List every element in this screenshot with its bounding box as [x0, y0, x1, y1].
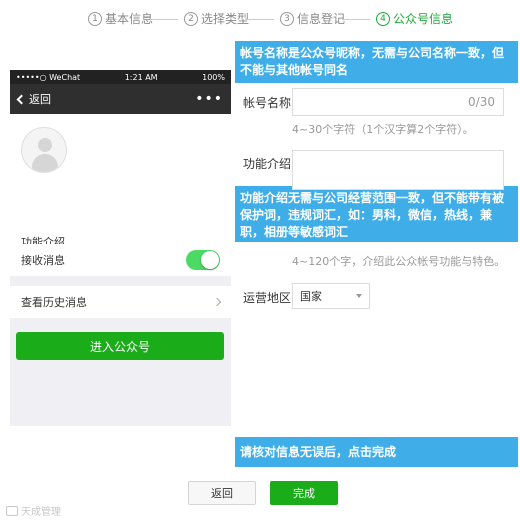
name-hint: 4~30个字符（1个汉字算2个字符）。 — [292, 123, 474, 136]
carrier-text: •••••○ WeChat — [16, 72, 81, 82]
phone-status-bar: •••••○ WeChat 1:21 AM 100% — [10, 70, 231, 84]
watermark-text: 天成管理 — [21, 507, 61, 518]
intro-hint: 4~120个字，介绍此公众帐号功能与特色。 — [292, 255, 506, 268]
name-label: 帐号名称 — [243, 96, 292, 110]
step-divider — [246, 19, 274, 20]
region-value: 国家 — [300, 290, 322, 303]
more-icon[interactable]: ••• — [195, 92, 223, 106]
region-label: 运营地区 — [243, 291, 292, 305]
done-button[interactable]: 完成 — [270, 481, 338, 505]
step-number: 4 — [376, 11, 390, 26]
receive-toggle[interactable] — [186, 250, 220, 270]
step-label: 公众号信息 — [393, 12, 454, 26]
step-divider — [342, 19, 370, 20]
avatar-placeholder-icon — [21, 127, 67, 173]
account-name-input[interactable]: 0/30 — [292, 88, 504, 116]
watermark: 天成管理 — [6, 503, 61, 518]
chevron-right-icon — [212, 297, 222, 307]
step-number: 3 — [280, 11, 294, 26]
receive-label: 接收消息 — [21, 254, 65, 267]
enter-account-button[interactable]: 进入公众号 — [16, 332, 224, 360]
step-info-register: 3 信息登记 — [280, 10, 345, 27]
back-link[interactable]: 返回 — [16, 91, 51, 107]
name-tip: 帐号名称是公众号昵称，无需与公司名称一致，但不能与其他帐号同名 — [235, 41, 518, 83]
back-label: 返回 — [29, 93, 51, 106]
name-counter: 0/30 — [468, 95, 495, 109]
step-select-type: 2 选择类型 — [184, 10, 249, 27]
confirm-tip: 请核对信息无误后，点击完成 — [235, 437, 518, 467]
watermark-logo-icon — [6, 505, 18, 516]
profile-section: 功能介绍 — [10, 114, 231, 258]
phone-nav-bar: 返回 ••• — [10, 84, 231, 114]
region-select[interactable]: 国家 — [292, 283, 370, 309]
receive-messages-row: 接收消息 — [10, 244, 231, 276]
time-text: 1:21 AM — [124, 72, 158, 82]
intro-tip: 功能介绍无需与公司经营范围一致，但不能带有被保护词，违规词汇，如：男科，微信，热… — [235, 186, 518, 242]
step-label: 基本信息 — [105, 12, 154, 26]
step-label: 选择类型 — [201, 12, 250, 26]
chevron-left-icon — [16, 94, 27, 104]
intro-field-label: 功能介绍 — [243, 157, 292, 171]
step-number: 2 — [184, 11, 198, 26]
step-number: 1 — [88, 11, 102, 26]
step-basic-info: 1 基本信息 — [88, 10, 153, 27]
stepper: 1 基本信息 2 选择类型 3 信息登记 4 公众号信息 — [0, 10, 520, 30]
intro-textarea[interactable] — [292, 150, 504, 190]
caret-down-icon — [356, 294, 362, 298]
step-account-info: 4 公众号信息 — [376, 10, 453, 27]
history-label: 查看历史消息 — [21, 296, 87, 309]
battery-text: 100% — [202, 72, 225, 82]
step-divider — [150, 19, 178, 20]
step-label: 信息登记 — [297, 12, 346, 26]
history-messages-row[interactable]: 查看历史消息 — [10, 286, 231, 318]
back-button[interactable]: 返回 — [188, 481, 256, 505]
phone-preview: •••••○ WeChat 1:21 AM 100% 返回 ••• 功能介绍 接… — [10, 70, 231, 426]
